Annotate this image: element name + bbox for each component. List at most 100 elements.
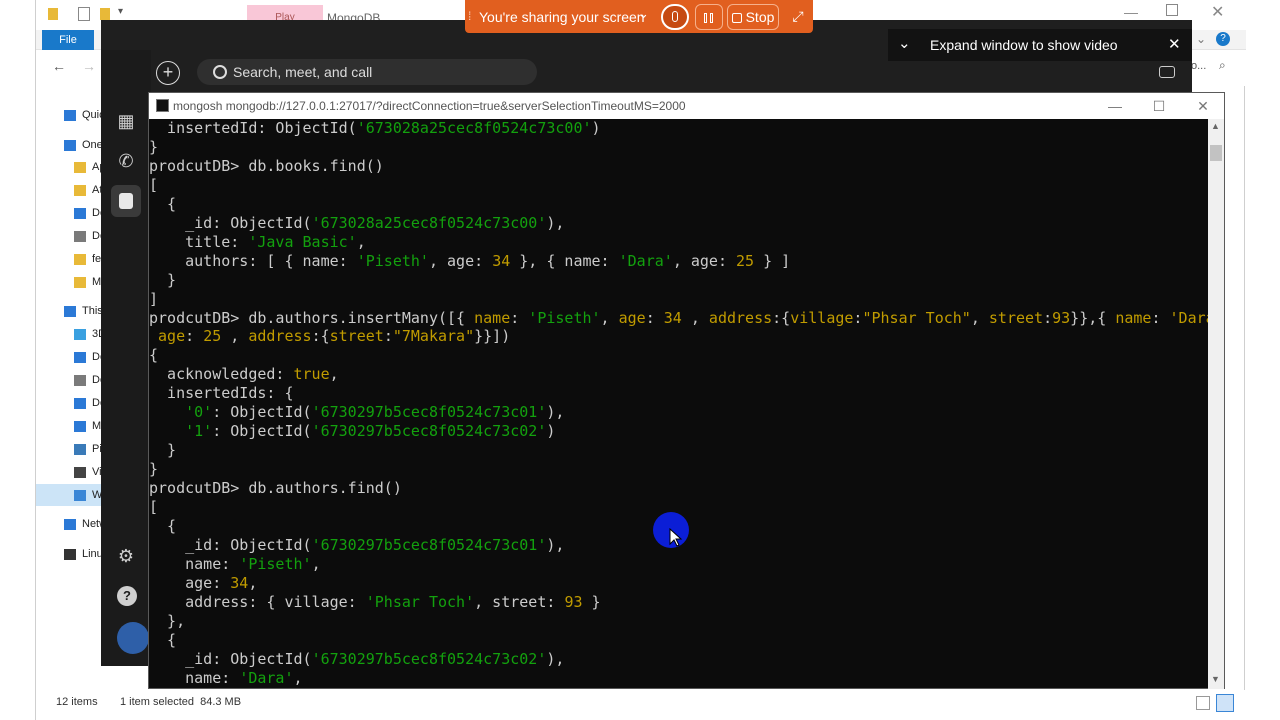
sidebar-item[interactable]: Mi (36, 271, 106, 293)
teams-app-rail: ▦ ✆ ⚙ ? (101, 50, 151, 666)
terminal-line: authors: [ { name: 'Piseth', age: 34 }, … (149, 251, 791, 270)
ribbon-expand-icon[interactable]: ⌄ (1196, 32, 1206, 46)
sidebar-item[interactable]: Quick access (36, 104, 106, 126)
search-icon (213, 65, 227, 79)
mongosh-window: mongosh mongodb://127.0.0.1:27017/?direc… (148, 92, 1225, 689)
linux-icon (64, 548, 76, 560)
close-button[interactable]: ✕ (1181, 93, 1225, 119)
sidebar-item[interactable]: Linux (36, 543, 106, 565)
terminal-line: '0': ObjectId('6730297b5cec8f0524c73c01'… (185, 403, 565, 422)
sidebar-item[interactable]: Ap (36, 156, 106, 178)
terminal-line: }, (149, 611, 186, 630)
terminal-line: } (149, 270, 177, 289)
sidebar-item[interactable]: De (36, 346, 106, 368)
scrollbar[interactable]: ▲ ▼ (1208, 119, 1224, 689)
folder-icon (74, 161, 86, 173)
terminal-line: acknowledged: true, (149, 365, 339, 384)
sidebar-item[interactable]: Mu (36, 415, 106, 437)
checkbox-icon[interactable] (78, 7, 90, 21)
pause-icon (704, 13, 707, 23)
sidebar-item[interactable]: Do (36, 392, 106, 414)
terminal-line: { (149, 194, 177, 213)
expand-icon[interactable]: ⤢ (787, 4, 809, 30)
large-icons-view-icon[interactable] (1216, 694, 1234, 712)
search-hint[interactable]: o... (1191, 60, 1206, 72)
sidebar-item[interactable]: De (36, 202, 106, 224)
star-icon (64, 109, 76, 121)
stop-sharing-button[interactable]: Stop (727, 4, 779, 30)
desktop-icon (74, 351, 86, 363)
terminal-line: { (149, 516, 177, 535)
terminal-line: age: 25 , address:{street:"7Makara"}}]) (158, 327, 511, 346)
sidebar-item-label: fe (92, 253, 102, 265)
folder-icon (48, 8, 58, 20)
sidebar-item[interactable]: fe (36, 248, 106, 270)
close-icon[interactable]: ✕ (1168, 35, 1181, 53)
scrollbar-thumb[interactable] (1210, 145, 1222, 161)
drag-handle-icon[interactable]: ⁞ (468, 9, 471, 23)
maximize-icon[interactable] (1166, 4, 1178, 16)
chevron-down-icon[interactable]: ⌄ (898, 34, 911, 52)
scroll-down-icon[interactable]: ▼ (1211, 674, 1220, 684)
contacts-icon[interactable] (111, 185, 141, 217)
scroll-up-icon[interactable]: ▲ (1211, 121, 1220, 131)
sidebar-item[interactable]: Wi (36, 484, 106, 506)
sidebar-item[interactable]: Pic (36, 438, 106, 460)
pause-button[interactable] (695, 4, 723, 30)
expand-window-popup: ⌄ Expand window to show video ✕ (888, 29, 1192, 61)
sidebar-item[interactable]: Network (36, 513, 106, 535)
status-bar: 12 items 1 item selected 84.3 MB (36, 690, 1246, 720)
calendar-icon[interactable]: ▦ (101, 105, 151, 137)
document-icon (74, 230, 86, 242)
chevron-down-icon[interactable]: ⌄ (638, 6, 649, 22)
microphone-icon (672, 11, 678, 22)
sidebar-item[interactable]: Do (36, 225, 106, 247)
terminal-line: } (149, 460, 159, 479)
folder-icon[interactable] (100, 8, 110, 20)
terminal-line: _id: ObjectId('6730297b5cec8f0524c73c01'… (149, 535, 565, 554)
back-arrow-icon[interactable]: ← (52, 58, 66, 74)
terminal-line: insertedIds: { (149, 384, 294, 403)
close-icon[interactable]: ✕ (1211, 2, 1224, 22)
sidebar-item[interactable]: 3D (36, 323, 106, 345)
screen-share-bar: ⁞ You're sharing your screen ⌄ Stop ⤢ (465, 0, 813, 33)
file-tab[interactable]: File (42, 30, 94, 50)
sidebar-item[interactable]: OneDrive (36, 134, 106, 156)
forward-arrow-icon[interactable]: → (82, 58, 96, 74)
stop-label: Stop (745, 9, 775, 25)
terminal-line: name: 'Dara', (149, 668, 303, 687)
drive-icon (74, 489, 86, 501)
minimize-icon[interactable]: — (1124, 4, 1138, 20)
search-icon[interactable]: ⌕ (1219, 58, 1226, 73)
details-view-icon[interactable] (1196, 696, 1210, 710)
calls-icon[interactable]: ✆ (101, 145, 151, 177)
sidebar-item[interactable]: Vic (36, 461, 106, 483)
quick-access-dropdown-icon[interactable]: ▾ (118, 6, 123, 17)
terminal-line: name: 'Piseth', (149, 554, 321, 573)
search-input[interactable]: Search, meet, and call (197, 59, 537, 85)
sidebar-item[interactable]: Do (36, 369, 106, 391)
minimize-button[interactable]: — (1093, 93, 1137, 119)
terminal-output[interactable]: insertedId: ObjectId('673028a25cec8f0524… (149, 119, 1208, 689)
help-icon[interactable]: ? (117, 586, 137, 606)
terminal-line: [ (149, 498, 159, 516)
folder-icon (74, 184, 86, 196)
cloud-icon (64, 139, 76, 151)
terminal-line: prodcutDB> db.authors.find() (149, 479, 402, 498)
sidebar-item[interactable]: This PC (36, 300, 106, 322)
caption-icon[interactable] (1159, 66, 1175, 78)
mic-button[interactable] (661, 4, 689, 30)
apps-icon[interactable] (117, 622, 149, 654)
terminal-line: [ (149, 175, 159, 194)
settings-icon[interactable]: ⚙ (101, 540, 151, 572)
terminal-line: age: 34, (149, 573, 258, 592)
maximize-button[interactable]: ☐ (1137, 93, 1181, 119)
terminal-line: '1': ObjectId('6730297b5cec8f0524c73c02'… (185, 422, 556, 441)
new-chat-button[interactable]: + (156, 61, 180, 85)
share-status-text: You're sharing your screen (479, 9, 645, 25)
help-icon[interactable]: ? (1216, 32, 1230, 46)
sidebar-item[interactable]: At (36, 179, 106, 201)
download-icon (74, 397, 86, 409)
picture-icon (74, 443, 86, 455)
cube-icon (74, 328, 86, 340)
